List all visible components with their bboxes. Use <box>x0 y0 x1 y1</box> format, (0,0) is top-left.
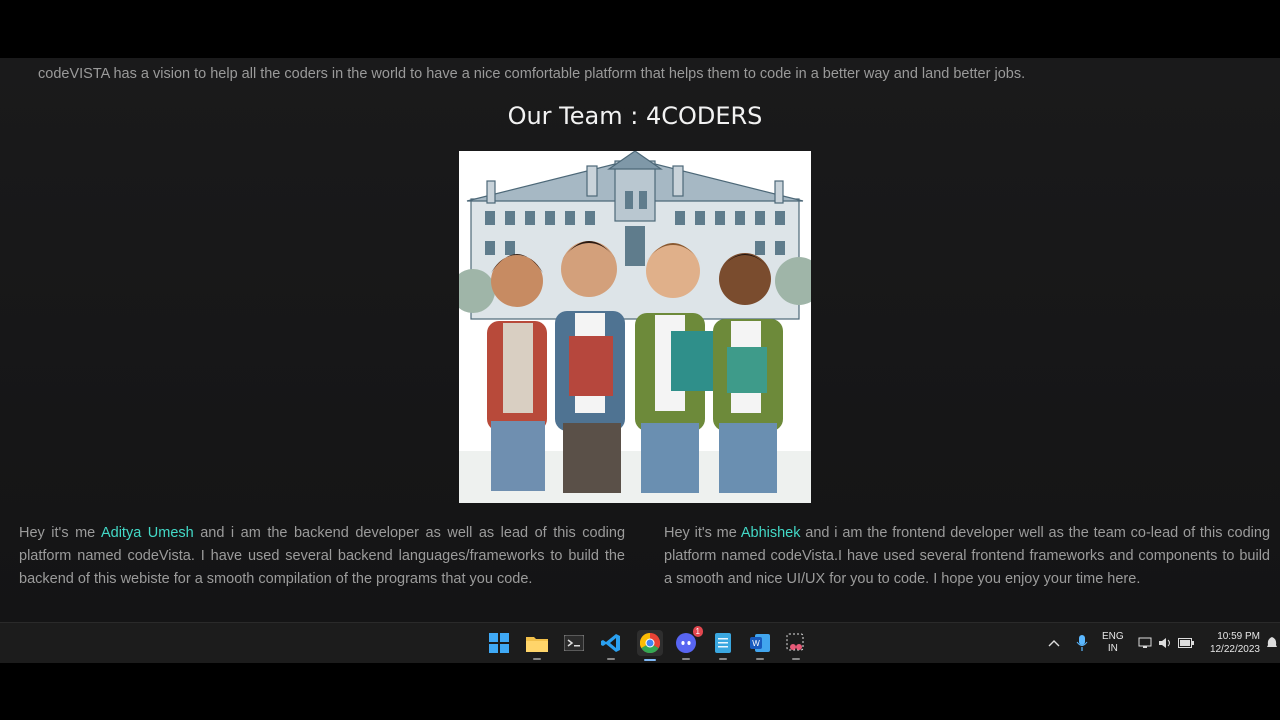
member-name-aditya: Aditya Umesh <box>100 525 194 541</box>
windows-start-icon[interactable] <box>487 631 511 655</box>
clock-date: 12/22/2023 <box>1209 644 1260 655</box>
tray-overflow-icon[interactable] <box>1048 623 1060 663</box>
file-explorer-icon[interactable] <box>525 631 549 660</box>
clock[interactable]: 10:59 PM 12/22/2023 <box>1204 623 1260 663</box>
microphone-icon[interactable] <box>1076 623 1088 663</box>
terminal-icon[interactable] <box>562 631 586 655</box>
volume-icon[interactable] <box>1158 623 1172 663</box>
network-icon[interactable] <box>1138 623 1152 663</box>
chrome-icon[interactable] <box>637 630 663 661</box>
about-page: codeVISTA has a vision to help all the c… <box>0 58 1280 622</box>
svg-text:W: W <box>752 639 760 648</box>
discord-badge: 1 <box>692 626 703 637</box>
bio-abhishek: Hey it's me Abhishek and i am the fronte… <box>664 522 1270 591</box>
letterbox-bottom <box>0 663 1280 720</box>
lang-top: ENG <box>1102 631 1124 642</box>
lang-bottom: IN <box>1107 643 1118 654</box>
word-icon[interactable]: W <box>748 631 772 660</box>
notepad-icon[interactable] <box>711 631 735 660</box>
member-name-abhishek: Abhishek <box>740 525 801 541</box>
bio-prefix: Hey it's me <box>664 525 741 541</box>
vision-text: codeVISTA has a vision to help all the c… <box>38 66 1026 82</box>
taskbar: 1 W ENG IN 10:59 PM 12/22/2023 <box>0 622 1280 663</box>
clock-time: 10:59 PM <box>1217 631 1260 642</box>
discord-icon[interactable]: 1 <box>674 626 703 660</box>
notification-icon[interactable] <box>1266 623 1278 663</box>
bio-prefix: Hey it's me <box>19 525 101 541</box>
team-image <box>459 151 811 503</box>
battery-icon[interactable] <box>1178 623 1194 663</box>
vscode-icon[interactable] <box>599 631 623 660</box>
bio-aditya: Hey it's me Aditya Umesh and i am the ba… <box>19 522 625 591</box>
language-indicator[interactable]: ENG IN <box>1102 623 1124 663</box>
team-title: Our Team : 4CODERS <box>507 102 763 130</box>
snipping-tool-icon[interactable] <box>784 631 808 660</box>
